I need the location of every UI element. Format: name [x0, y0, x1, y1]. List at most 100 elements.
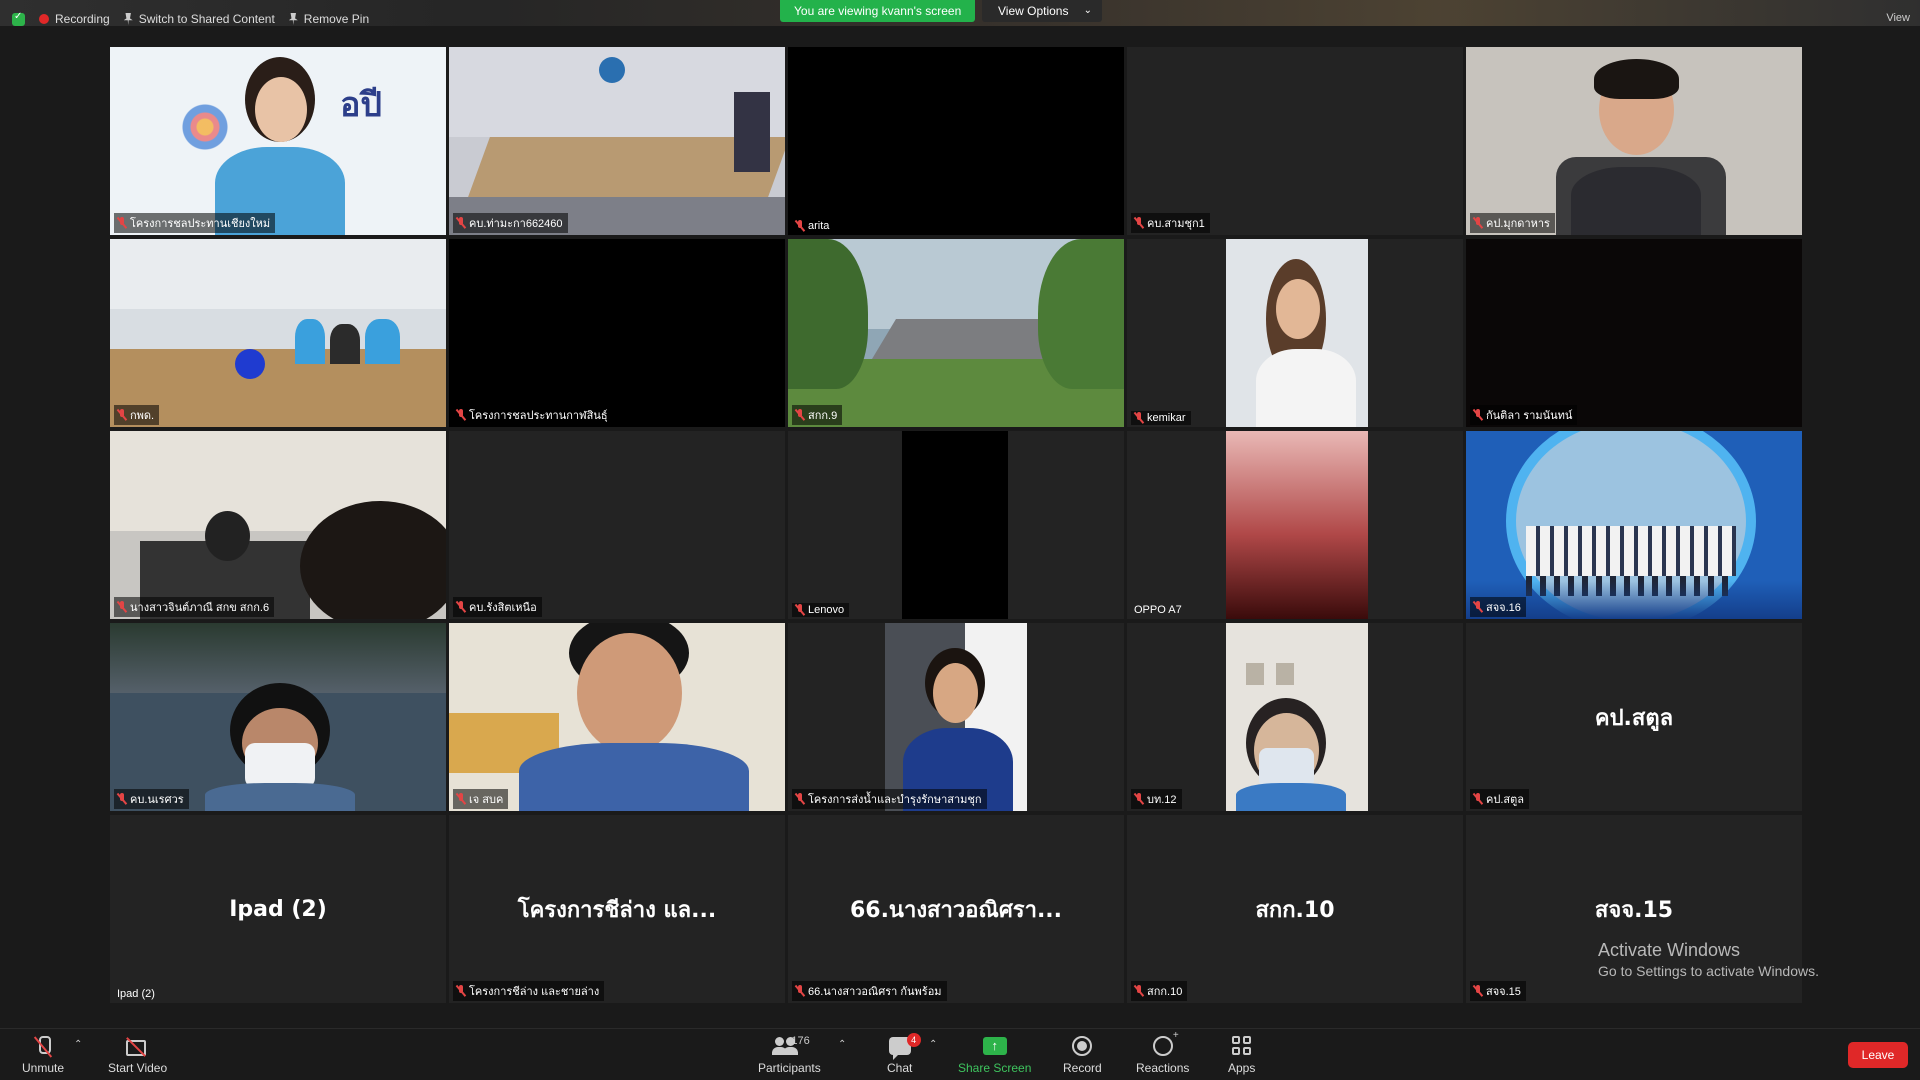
- share-screen-icon: ↑: [982, 1037, 1007, 1055]
- participant-tile[interactable]: นางสาวจินต์ภาณี สกข สกก.6: [110, 431, 446, 619]
- participant-tile[interactable]: สกก.10 สกก.10: [1127, 815, 1463, 1003]
- participant-name-label: คป.สตูล: [1470, 789, 1529, 809]
- apps-icon: [1231, 1036, 1252, 1056]
- participant-tile[interactable]: สจจ.16: [1466, 431, 1802, 619]
- participant-name-label: กันติลา รามนันทน์: [1470, 405, 1578, 425]
- participant-video: [1226, 239, 1368, 427]
- participant-tile[interactable]: 66.นางสาวอณิศรา... 66.นางสาวอณิศรา กันพร…: [788, 815, 1124, 1003]
- participant-video: [449, 623, 785, 811]
- participant-tile[interactable]: คบ.ท่ามะกา662460: [449, 47, 785, 235]
- participant-tile[interactable]: คบ.รังสิตเหนือ: [449, 431, 785, 619]
- leave-meeting-button[interactable]: Leave: [1848, 1042, 1908, 1068]
- mic-off-icon: [1473, 793, 1483, 805]
- participant-name-label: OPPO A7: [1134, 604, 1182, 616]
- mic-off-icon: [456, 793, 466, 805]
- participants-options-chevron-icon[interactable]: ⌃: [838, 1039, 846, 1050]
- participant-video: [110, 431, 446, 619]
- participant-tile[interactable]: Lenovo: [788, 431, 1124, 619]
- participant-video: [1466, 47, 1802, 235]
- mic-off-icon: [456, 601, 466, 613]
- mic-off-icon: [1134, 412, 1144, 424]
- switch-shared-content-button[interactable]: Switch to Shared Content: [123, 12, 275, 26]
- participant-tile[interactable]: คป.สตูล คป.สตูล: [1466, 623, 1802, 811]
- participant-tile[interactable]: โครงการชลประทานกาฬสินธุ์: [449, 239, 785, 427]
- mic-off-icon: [456, 985, 466, 997]
- pin-icon: [123, 13, 133, 25]
- participant-video: [110, 239, 446, 427]
- mic-off-icon: [117, 217, 127, 229]
- recording-indicator[interactable]: Recording: [39, 12, 110, 26]
- activate-windows-subtitle: Go to Settings to activate Windows.: [1598, 963, 1819, 979]
- security-shield-icon[interactable]: [12, 11, 25, 26]
- participant-display-name: Ipad (2): [229, 896, 327, 922]
- remove-pin-label: Remove Pin: [303, 12, 370, 26]
- participant-name-label: kemikar: [1131, 411, 1191, 425]
- chat-button[interactable]: 4 Chat: [887, 1033, 921, 1075]
- view-options-button[interactable]: View Options ⌄: [982, 0, 1102, 22]
- participant-tile[interactable]: อปี โครงการชลประทานเชียงใหม่: [110, 47, 446, 235]
- switch-shared-label: Switch to Shared Content: [138, 12, 275, 26]
- participant-name-label: Lenovo: [792, 603, 850, 617]
- mic-off-icon: [795, 604, 805, 616]
- participant-tile[interactable]: กันติลา รามนันทน์: [1466, 239, 1802, 427]
- mic-off-icon: [795, 793, 805, 805]
- participant-tile[interactable]: สกก.9: [788, 239, 1124, 427]
- participant-name-label: โครงการชลประทานเชียงใหม่: [114, 213, 276, 233]
- participant-tile[interactable]: arita: [788, 47, 1124, 235]
- reactions-smiley-icon: [1152, 1030, 1179, 1056]
- participant-name-label: arita: [792, 219, 835, 233]
- participant-display-name: โครงการชีล่าง แล...: [517, 897, 717, 923]
- chat-icon: 4: [888, 1033, 921, 1060]
- chat-options-chevron-icon[interactable]: ⌃: [929, 1039, 937, 1050]
- chat-label: Chat: [887, 1061, 913, 1075]
- mic-off-icon: [1473, 409, 1483, 421]
- activate-windows-title: Activate Windows: [1598, 940, 1741, 960]
- record-button[interactable]: Record: [1063, 1033, 1102, 1075]
- participant-tile[interactable]: โครงการส่งน้ำและบำรุงรักษาสามชุก: [788, 623, 1124, 811]
- participant-video: [902, 431, 1008, 619]
- participant-tile[interactable]: โครงการชีล่าง แล... โครงการชีล่าง และชาย…: [449, 815, 785, 1003]
- participant-tile[interactable]: OPPO A7: [1127, 431, 1463, 619]
- participant-tile[interactable]: kemikar: [1127, 239, 1463, 427]
- share-screen-button[interactable]: ↑ Share Screen: [958, 1033, 1031, 1075]
- participant-name-label: สจจ.15: [1470, 981, 1526, 1001]
- view-button[interactable]: View: [1886, 12, 1910, 24]
- mic-off-icon: [1134, 793, 1144, 805]
- remove-pin-button[interactable]: Remove Pin: [288, 12, 370, 26]
- participant-tile[interactable]: กพด.: [110, 239, 446, 427]
- gallery-grid: อปี โครงการชลประทานเชียงใหม่ คบ.ท่ามะกา6…: [110, 47, 1805, 1007]
- mic-off-icon: [795, 985, 805, 997]
- audio-options-chevron-icon[interactable]: ⌃: [74, 1039, 82, 1050]
- participant-video: [1226, 623, 1368, 811]
- participant-name-label: คบ.ท่ามะกา662460: [453, 213, 568, 233]
- participant-tile[interactable]: คป.มุกดาหาร: [1466, 47, 1802, 235]
- participant-name-label: คบ.นเรศวร: [114, 789, 189, 809]
- mic-off-icon: [1134, 985, 1144, 997]
- mic-off-icon: [795, 409, 805, 421]
- participant-name-label: โครงการชีล่าง และชายล่าง: [453, 981, 605, 1001]
- participant-name-label: คบ.รังสิตเหนือ: [453, 597, 542, 617]
- participants-button[interactable]: 176 Participants: [758, 1033, 821, 1075]
- reactions-button[interactable]: Reactions: [1136, 1030, 1189, 1075]
- apps-label: Apps: [1228, 1061, 1256, 1075]
- participants-count: 176: [791, 1035, 810, 1047]
- participant-video: อปี: [110, 47, 446, 235]
- participant-tile[interactable]: เจ สบค: [449, 623, 785, 811]
- unmute-button[interactable]: Unmute: [22, 1033, 64, 1075]
- participant-video: [885, 623, 1027, 811]
- participant-name-label: กพด.: [114, 405, 160, 425]
- pin-icon: [288, 13, 298, 25]
- top-bar: Recording Switch to Shared Content Remov…: [0, 0, 1920, 26]
- participant-tile[interactable]: คบ.สามชุก1: [1127, 47, 1463, 235]
- participant-name-label: บท.12: [1131, 789, 1182, 809]
- participant-name-label: สจจ.16: [1470, 597, 1526, 617]
- participant-tile[interactable]: คบ.นเรศวร: [110, 623, 446, 811]
- mic-off-icon: [117, 409, 127, 421]
- start-video-button[interactable]: Start Video: [108, 1033, 167, 1075]
- recording-dot-icon: [39, 14, 49, 24]
- participant-tile[interactable]: Ipad (2) Ipad (2): [110, 815, 446, 1003]
- participant-video: [110, 623, 446, 811]
- apps-button[interactable]: Apps: [1228, 1033, 1255, 1075]
- participant-tile[interactable]: บท.12: [1127, 623, 1463, 811]
- recording-label: Recording: [55, 12, 110, 26]
